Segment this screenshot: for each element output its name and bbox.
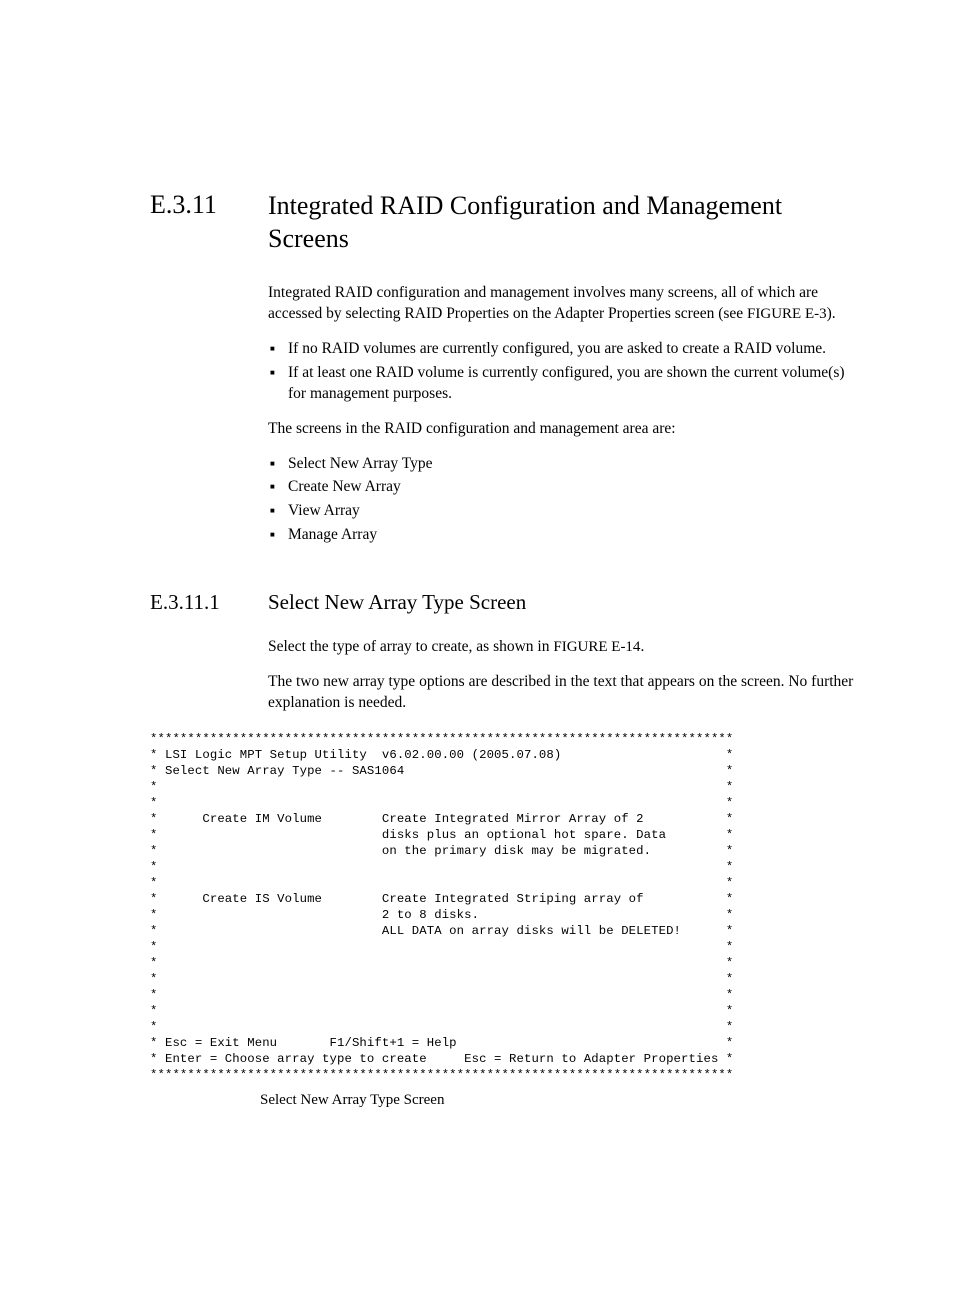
terminal-line: * disks plus an optional hot spare. Data… <box>150 828 733 842</box>
figure-caption: Select New Array Type Screen <box>260 1092 854 1109</box>
section-number: E.3.11 <box>150 190 268 255</box>
terminal-line: * * <box>150 956 733 970</box>
terminal-line: * ALL DATA on array disks will be DELETE… <box>150 924 733 938</box>
terminal-line: ****************************************… <box>150 732 733 746</box>
list-item: Create New Array <box>268 477 854 498</box>
terminal-line: * 2 to 8 disks. * <box>150 908 733 922</box>
terminal-line: * * <box>150 940 733 954</box>
list-item: If no RAID volumes are currently configu… <box>268 339 854 360</box>
options-paragraph: The two new array type options are descr… <box>268 672 854 714</box>
terminal-line: ****************************************… <box>150 1068 733 1082</box>
intro-tail: ). <box>827 305 836 322</box>
condition-list: If no RAID volumes are currently configu… <box>268 339 854 405</box>
terminal-line: * Enter = Choose array type to create Es… <box>150 1052 733 1066</box>
subsection-title: Select New Array Type Screen <box>268 590 854 615</box>
figure-ref: FIGURE E-3 <box>747 306 827 322</box>
list-item: If at least one RAID volume is currently… <box>268 363 854 405</box>
terminal-line: * LSI Logic MPT Setup Utility v6.02.00.0… <box>150 748 733 762</box>
document-page: E.3.11 Integrated RAID Configuration and… <box>0 0 954 1289</box>
terminal-line: * Esc = Exit Menu F1/Shift+1 = Help * <box>150 1036 733 1050</box>
list-item: Manage Array <box>268 525 854 546</box>
subsection-heading: E.3.11.1 Select New Array Type Screen <box>150 590 854 615</box>
section-heading: E.3.11 Integrated RAID Configuration and… <box>150 190 854 255</box>
select-paragraph: Select the type of array to create, as s… <box>268 637 854 658</box>
subsection-number: E.3.11.1 <box>150 590 268 615</box>
select-text-b: . <box>640 638 644 655</box>
list-item: Select New Array Type <box>268 454 854 475</box>
terminal-line: * Select New Array Type -- SAS1064 * <box>150 764 733 778</box>
subsection-body: Select the type of array to create, as s… <box>268 637 854 714</box>
select-text-a: Select the type of array to create, as s… <box>268 638 553 655</box>
terminal-line: * * <box>150 876 733 890</box>
terminal-line: * on the primary disk may be migrated. * <box>150 844 733 858</box>
terminal-line: * * <box>150 860 733 874</box>
section-body: Integrated RAID configuration and manage… <box>268 283 854 546</box>
screens-list: Select New Array Type Create New Array V… <box>268 454 854 547</box>
terminal-line: * Create IM Volume Create Integrated Mir… <box>150 812 733 826</box>
screens-intro-paragraph: The screens in the RAID configuration an… <box>268 419 854 440</box>
intro-text: Integrated RAID configuration and manage… <box>268 284 818 322</box>
terminal-line: * * <box>150 988 733 1002</box>
terminal-line: * Create IS Volume Create Integrated Str… <box>150 892 733 906</box>
terminal-line: * * <box>150 796 733 810</box>
list-item: View Array <box>268 501 854 522</box>
terminal-line: * * <box>150 972 733 986</box>
terminal-line: * * <box>150 1004 733 1018</box>
terminal-line: * * <box>150 1020 733 1034</box>
terminal-line: * * <box>150 780 733 794</box>
terminal-screen: ****************************************… <box>150 732 854 1084</box>
figure-ref: FIGURE E-14 <box>553 639 640 655</box>
section-title: Integrated RAID Configuration and Manage… <box>268 190 854 255</box>
intro-paragraph: Integrated RAID configuration and manage… <box>268 283 854 325</box>
